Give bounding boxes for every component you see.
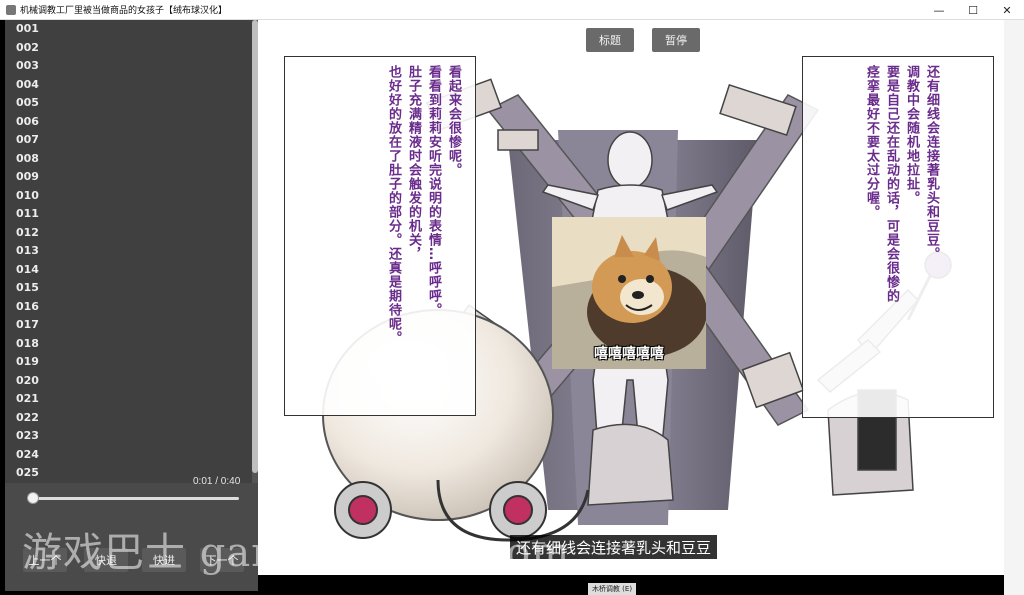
page-list-item[interactable]: 016 [5,298,252,317]
page-list-item[interactable]: 014 [5,261,252,280]
forward-button[interactable]: 快进 [142,548,186,572]
left-speech-line-1: 看起来会很惨呢。 [446,65,461,177]
taskbar-tab[interactable]: 木桥调教 (E) [588,583,636,595]
time-display: 0:01 / 0:40 [193,476,241,487]
page-list-item[interactable]: 005 [5,94,252,113]
right-speech-line-1: 还有细线会连接著乳头和豆豆。 [924,65,939,261]
right-speech-line-2: 调教中会随机地拉扯。 [904,65,919,205]
page-list-item[interactable]: 015 [5,279,252,298]
minimize-button[interactable]: — [922,0,956,20]
page-list-item[interactable]: 020 [5,372,252,391]
prev-button[interactable]: 上一个 [23,548,67,572]
page-list-item[interactable]: 001 [5,20,252,39]
window-title: 机械调教工厂里被当做商品的女孩子【绒布球汉化】 [20,6,228,16]
rewind-button[interactable]: 快退 [84,548,128,572]
title-button[interactable]: 标题 [586,28,634,52]
left-speech-line-3: 肚子充满精液时会触发的机关， [406,65,421,261]
right-speech-box: 还有细线会连接著乳头和豆豆。 调教中会随机地拉扯。 要是自己还在乱动的话，可是会… [802,56,994,418]
window-controls: — ☐ ✕ [922,0,1024,20]
viewer-stage[interactable]: 标题 暂停 看起来会很惨呢。 看看到莉莉安听完说明的表情…呼呼呼。 肚子充满精液… [258,20,1004,575]
page-list-item[interactable]: 019 [5,353,252,372]
right-speech-line-4: 痉挛最好不要太过分喔。 [864,65,879,219]
pause-button[interactable]: 暂停 [652,28,700,52]
sidebar: 001 002 003 004 005 006 007 008 009 010 011 012 013 0… [5,20,258,591]
seek-bar[interactable] [27,497,239,500]
page-list-item[interactable]: 018 [5,335,252,354]
background-window-edge [1004,20,1024,595]
meme-image: 嘻嘻嘻嘻嘻 [552,217,706,369]
window-titlebar[interactable]: 机械调教工厂里被当做商品的女孩子【绒布球汉化】 — ☐ ✕ [0,0,1024,20]
page-list-item[interactable]: 004 [5,76,252,95]
page-list-item[interactable]: 024 [5,446,252,465]
page-list-item[interactable]: 011 [5,205,252,224]
page-list-item[interactable]: 008 [5,150,252,169]
right-speech-line-3: 要是自己还在乱动的话，可是会很惨的 [884,65,899,303]
left-speech-line-2: 看看到莉莉安听完说明的表情…呼呼呼。 [426,65,441,317]
page-list-item[interactable]: 002 [5,39,252,58]
page-list-item[interactable]: 022 [5,409,252,428]
page-list-item[interactable]: 010 [5,187,252,206]
left-speech-box: 看起来会很惨呢。 看看到莉莉安听完说明的表情…呼呼呼。 肚子充满精液时会触发的机… [284,56,476,416]
page-list-item[interactable]: 012 [5,224,252,243]
next-button[interactable]: 下一个 [200,548,244,572]
page-list-item[interactable]: 013 [5,242,252,261]
meme-caption: 嘻嘻嘻嘻嘻 [594,346,664,362]
close-button[interactable]: ✕ [990,0,1024,20]
page-list-item[interactable]: 017 [5,316,252,335]
left-speech-line-4: 也好好的放在了肚子的部分。还真是期待呢。 [386,65,401,345]
app-icon [6,4,16,15]
page-list-item[interactable]: 023 [5,427,252,446]
page-list-item[interactable]: 003 [5,57,252,76]
page-list-item[interactable]: 021 [5,390,252,409]
maximize-button[interactable]: ☐ [956,0,990,20]
page-list-item[interactable]: 007 [5,131,252,150]
page-list-item[interactable]: 006 [5,113,252,132]
page-list: 001 002 003 004 005 006 007 008 009 010 011 012 013 0… [5,20,252,483]
page-list-item[interactable]: 009 [5,168,252,187]
subtitle-bar: 还有细线会连接著乳头和豆豆 [510,535,718,559]
